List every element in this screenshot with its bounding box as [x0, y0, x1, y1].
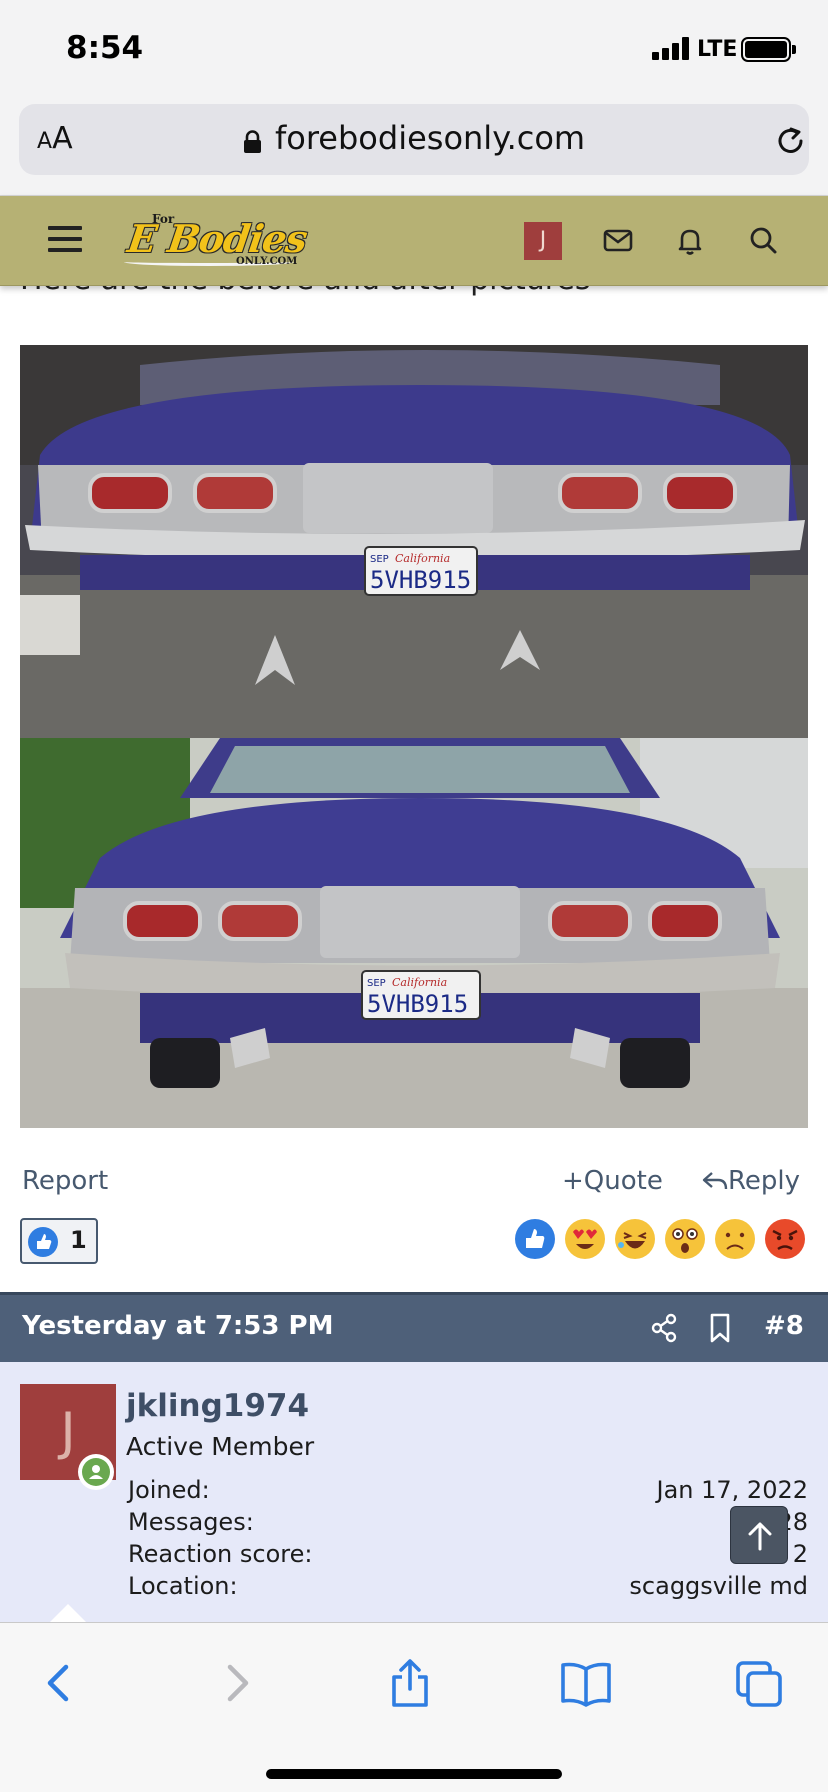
reaction-count: 1 — [70, 1226, 87, 1254]
before-plate-number: 5VHB915 — [370, 566, 471, 594]
stat-label: Joined: — [128, 1476, 210, 1504]
bell-icon[interactable] — [672, 222, 708, 258]
before-plate-month: SEP — [370, 554, 389, 565]
after-plate-number: 5VHB915 — [367, 990, 468, 1018]
angry-reaction-icon[interactable] — [764, 1218, 806, 1260]
wow-reaction-icon[interactable] — [664, 1218, 706, 1260]
share-sheet-icon[interactable] — [380, 1653, 440, 1713]
reply-button[interactable]: Reply — [702, 1166, 800, 1196]
user-info: J jkling1974 Active Member Joined: Jan 1… — [0, 1362, 828, 1622]
online-status-icon — [78, 1454, 114, 1490]
inbox-icon[interactable] — [600, 222, 636, 258]
user-title: Active Member — [126, 1432, 315, 1461]
search-icon[interactable] — [745, 222, 781, 258]
text-size-label-large: A — [52, 121, 73, 156]
message-caret — [50, 1604, 86, 1622]
status-time: 8:54 — [66, 30, 144, 66]
like-icon — [28, 1227, 58, 1257]
back-icon[interactable] — [30, 1653, 90, 1713]
home-indicator — [266, 1769, 562, 1779]
before-photo[interactable]: SEP California 5VHB915 — [20, 345, 808, 738]
like-reaction-icon[interactable] — [514, 1218, 556, 1260]
quote-button[interactable]: +Quote — [562, 1166, 663, 1196]
network-label: LTE — [697, 37, 738, 62]
battery-icon — [741, 37, 791, 62]
stat-value: scaggsville md — [629, 1572, 808, 1600]
account-avatar[interactable]: J — [524, 222, 562, 260]
after-plate-state: California — [392, 976, 447, 989]
before-plate-state: California — [395, 552, 450, 565]
browser-toolbar — [0, 1622, 828, 1792]
stat-label: Location: — [128, 1572, 238, 1600]
plus-icon: + — [562, 1166, 584, 1196]
after-plate-month: SEP — [367, 978, 386, 989]
signal-icon — [652, 36, 692, 60]
post-number[interactable]: #8 — [764, 1311, 804, 1341]
address-bar[interactable]: AA forebodiesonly.com — [19, 104, 809, 175]
post-content: Here are the before and after pictures S… — [0, 196, 828, 1622]
post-header: Yesterday at 7:53 PM #8 — [0, 1292, 828, 1362]
post-date[interactable]: Yesterday at 7:53 PM — [22, 1311, 333, 1341]
status-bar: 8:54 LTE — [0, 0, 828, 96]
reaction-summary[interactable]: 1 — [20, 1218, 98, 1264]
arrow-up-icon — [748, 1522, 772, 1551]
username[interactable]: jkling1974 — [126, 1388, 309, 1424]
forward-icon[interactable] — [206, 1653, 266, 1713]
scroll-to-top-button[interactable] — [730, 1506, 788, 1564]
url-text: forebodiesonly.com — [275, 119, 586, 157]
browser-address-area: AA forebodiesonly.com — [0, 96, 828, 196]
logo-top-text: For — [152, 212, 175, 226]
stat-value: Jan 17, 2022 — [656, 1476, 809, 1504]
stat-value: 2 — [792, 1540, 808, 1568]
share-icon[interactable] — [650, 1313, 678, 1343]
quote-label: Quote — [583, 1166, 663, 1196]
battery-tip — [792, 45, 796, 54]
after-photo-image: SEP California 5VHB915 — [20, 738, 808, 1128]
reload-icon[interactable] — [774, 124, 808, 158]
tabs-icon[interactable] — [730, 1653, 790, 1713]
before-photo-image: SEP California 5VHB915 — [20, 345, 808, 738]
text-size-button[interactable]: AA — [37, 121, 73, 156]
lock-icon — [244, 130, 261, 153]
stat-label: Reaction score: — [128, 1540, 313, 1568]
site-logo[interactable]: E Bodies For ONLY.COM — [118, 208, 309, 274]
reply-arrow-icon — [702, 1172, 728, 1190]
text-size-label-small: A — [37, 129, 53, 154]
logo-bottom-text: ONLY.COM — [236, 256, 298, 267]
bookmark-icon[interactable] — [708, 1313, 732, 1343]
report-link[interactable]: Report — [22, 1166, 108, 1196]
reply-label: Reply — [728, 1166, 801, 1196]
bookmarks-icon[interactable] — [556, 1653, 616, 1713]
after-photo[interactable]: SEP California 5VHB915 — [20, 738, 808, 1128]
menu-icon[interactable] — [48, 224, 84, 254]
haha-reaction-icon[interactable] — [614, 1218, 656, 1260]
forum-navbar: E Bodies For ONLY.COM J — [0, 196, 828, 286]
love-reaction-icon[interactable] — [564, 1218, 606, 1260]
sad-reaction-icon[interactable] — [714, 1218, 756, 1260]
stat-label: Messages: — [128, 1508, 254, 1536]
